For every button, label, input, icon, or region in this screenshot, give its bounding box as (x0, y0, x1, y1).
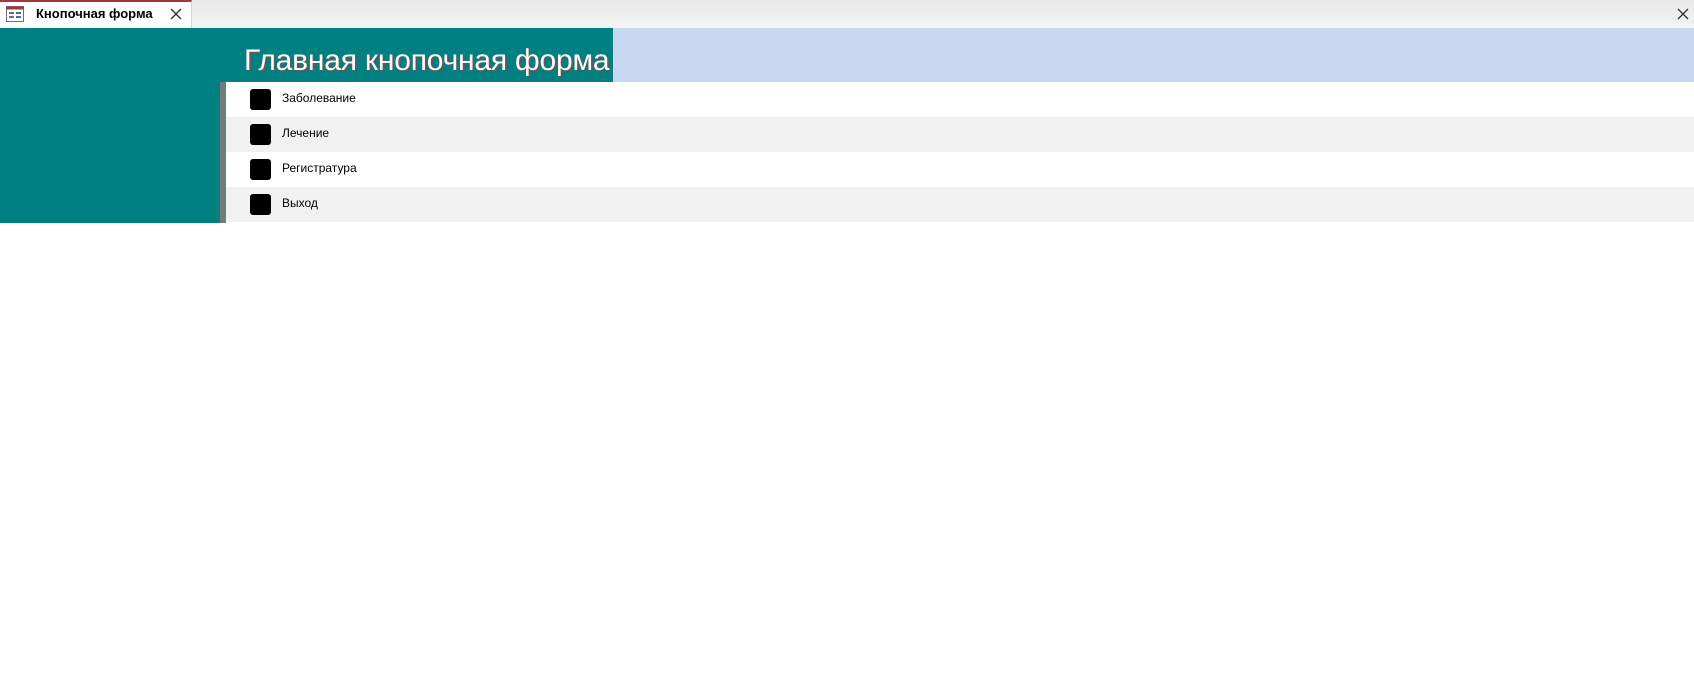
menu-item-label: Выход (282, 196, 318, 210)
document-tab-bar: Кнопочная форма (0, 0, 1694, 29)
switchboard-form: Главная кнопочная форма Заболевание Лече… (0, 28, 1694, 691)
menu-item-label: Регистратура (282, 161, 357, 175)
switchboard-button[interactable] (250, 89, 271, 110)
menu-item-label: Заболевание (282, 91, 356, 105)
header-strip (613, 28, 1694, 82)
switchboard-button[interactable] (250, 124, 271, 145)
document-tab[interactable]: Кнопочная форма (0, 0, 192, 28)
close-icon[interactable] (168, 6, 184, 22)
switchboard-button[interactable] (250, 159, 271, 180)
tab-title: Кнопочная форма (36, 6, 153, 21)
menu-item-label: Лечение (282, 126, 330, 140)
list-item: Регистратура (226, 152, 1694, 187)
list-item: Заболевание (226, 82, 1694, 117)
list-item: Выход (226, 187, 1694, 222)
form-title: Главная кнопочная форма (244, 44, 610, 77)
switchboard-button[interactable] (250, 194, 271, 215)
close-window-icon[interactable] (1676, 7, 1690, 21)
side-panel (0, 82, 220, 223)
list-item: Лечение (226, 117, 1694, 152)
form-icon (6, 6, 24, 22)
